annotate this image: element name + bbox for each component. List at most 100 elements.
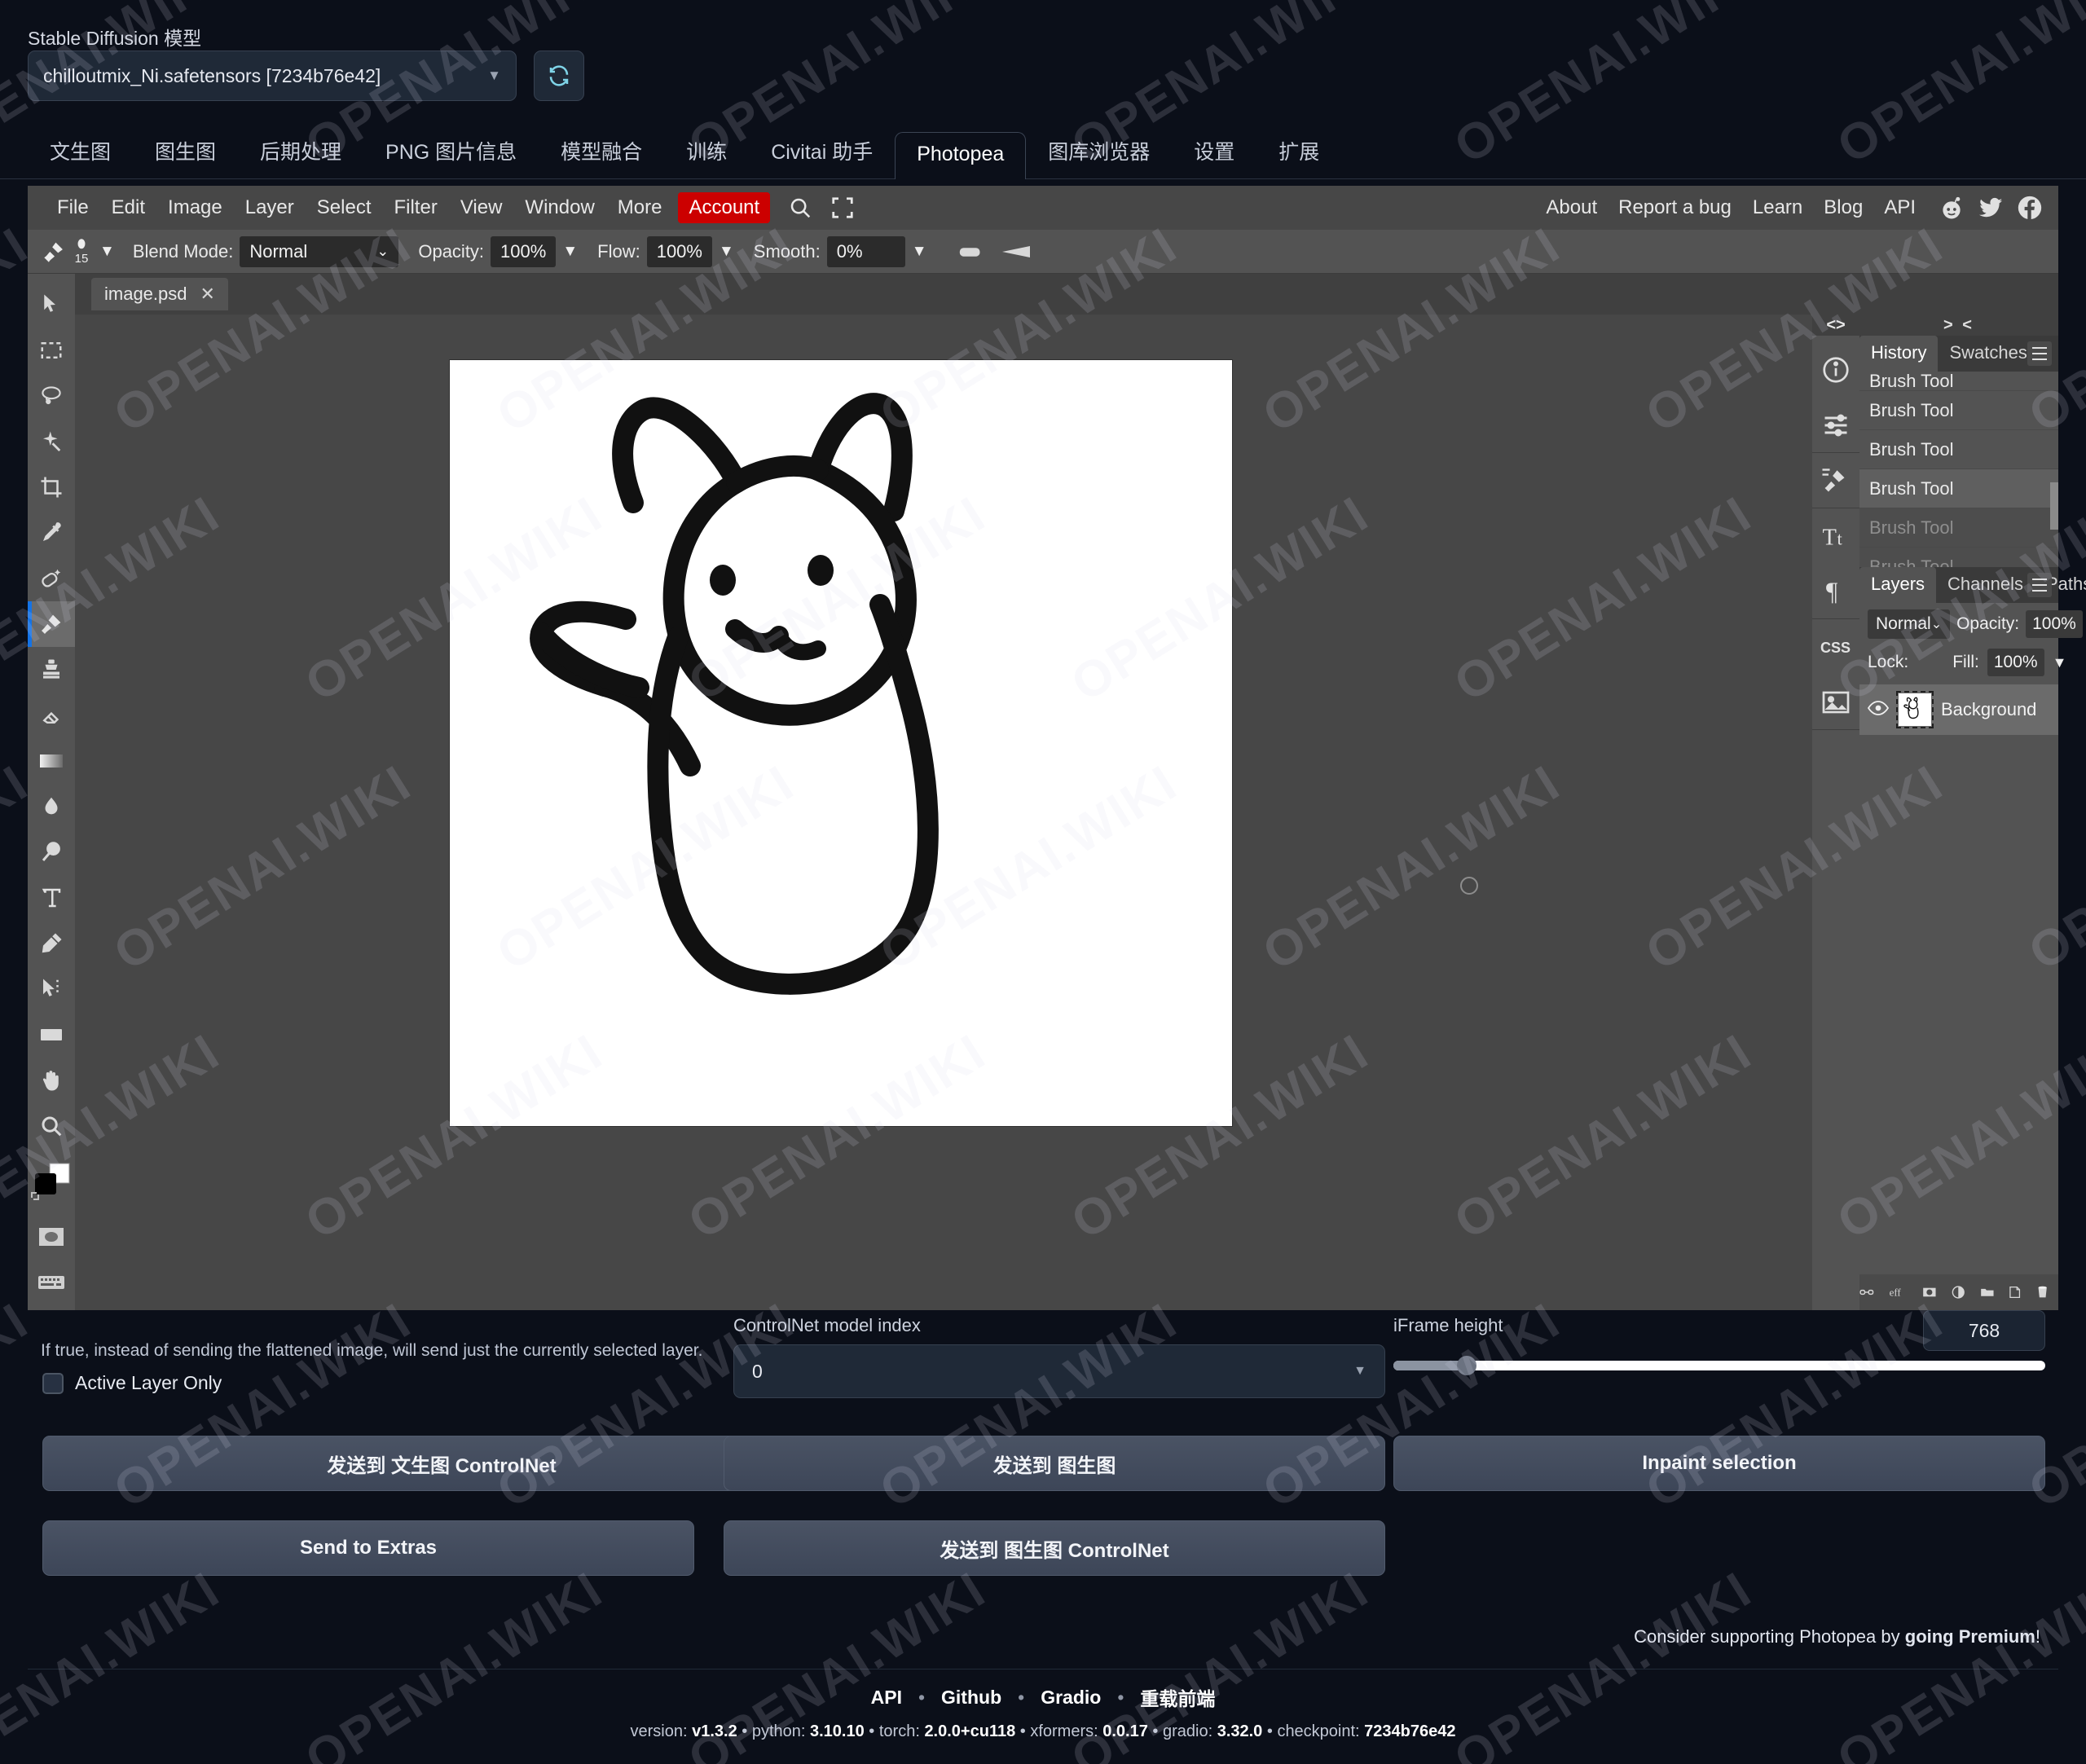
layer-mask-icon[interactable] — [1922, 1282, 1937, 1302]
main-tab-10[interactable]: 扩展 — [1256, 125, 1341, 178]
brush-settings-icon[interactable] — [1812, 453, 1859, 508]
send-to-extras-button[interactable]: Send to Extras — [42, 1520, 694, 1576]
menu-edit[interactable]: Edit — [100, 191, 156, 224]
facebook-icon[interactable] — [2016, 194, 2044, 222]
menu-image[interactable]: Image — [156, 191, 234, 224]
main-tab-5[interactable]: 训练 — [664, 125, 749, 178]
smooth-input[interactable]: 0% — [826, 235, 905, 267]
fullscreen-icon[interactable] — [830, 196, 855, 220]
rail-collapse-button[interactable]: <> — [1812, 315, 1859, 336]
brush-size-icon[interactable] — [73, 237, 90, 252]
send-to-img2img-button[interactable]: 发送到 图生图 — [724, 1436, 1385, 1491]
blur-tool-icon[interactable] — [28, 784, 75, 829]
patch-tool-icon[interactable] — [28, 556, 75, 601]
main-tab-1[interactable]: 图生图 — [133, 125, 238, 178]
history-list[interactable]: Brush Tool Brush Tool Brush Tool Brush Tool… — [1859, 372, 2058, 567]
document-tab[interactable]: image.psd ✕ — [91, 278, 228, 310]
history-item[interactable]: Brush Tool — [1859, 508, 2058, 548]
layer-opacity-input[interactable]: 100% — [2026, 610, 2083, 638]
crop-tool-icon[interactable] — [28, 464, 75, 510]
magic-wand-tool-icon[interactable] — [28, 419, 75, 464]
new-group-icon[interactable] — [1980, 1282, 1995, 1302]
history-item[interactable]: Brush Tool — [1859, 372, 2058, 391]
search-icon[interactable] — [788, 196, 812, 220]
history-menu-icon[interactable] — [2027, 341, 2052, 366]
foreground-background-color-swatches[interactable] — [28, 1149, 75, 1214]
menu-window[interactable]: Window — [513, 191, 605, 224]
fill-input[interactable]: 100% — [1987, 649, 2044, 676]
reddit-icon[interactable] — [1938, 194, 1965, 222]
tab-history[interactable]: History — [1859, 336, 1939, 372]
move-tool-icon[interactable] — [28, 282, 75, 328]
pressure-size-icon[interactable] — [999, 242, 1035, 262]
main-tab-7[interactable]: Photopea — [895, 132, 1027, 179]
refresh-models-button[interactable] — [534, 51, 584, 101]
lasso-tool-icon[interactable] — [28, 373, 75, 419]
history-item[interactable]: Brush Tool — [1859, 430, 2058, 469]
menu-api[interactable]: API — [1873, 191, 1926, 224]
menu-blog[interactable]: Blog — [1813, 191, 1873, 224]
opacity-triangle-icon[interactable]: ▼ — [562, 243, 578, 261]
layer-blend-mode-select[interactable]: Normal ⌄ — [1868, 609, 1951, 639]
menu-select[interactable]: Select — [306, 191, 383, 224]
blend-mode-select[interactable]: Normal ⌄ — [240, 235, 399, 267]
opacity-input[interactable]: 100% — [491, 235, 557, 267]
rectangular-marquee-tool-icon[interactable] — [28, 328, 75, 373]
history-item[interactable]: Brush Tool — [1859, 469, 2058, 508]
footer-link-3[interactable]: 重载前端 — [1124, 1683, 1231, 1711]
menu-file[interactable]: File — [46, 191, 100, 224]
smooth-triangle-icon[interactable]: ▼ — [912, 243, 927, 261]
menu-about[interactable]: About — [1535, 191, 1608, 224]
footer-link-0[interactable]: API — [855, 1687, 918, 1709]
new-layer-icon[interactable] — [2009, 1282, 2021, 1303]
send-to-txt2img-controlnet-button[interactable]: 发送到 文生图 ControlNet — [42, 1436, 841, 1491]
layer-visibility-icon[interactable] — [1867, 700, 1890, 720]
keyboard-shortcuts-icon[interactable] — [28, 1260, 75, 1305]
layer-row[interactable]: Background — [1859, 684, 2058, 735]
fill-triangle-icon[interactable]: ▼ — [2053, 654, 2067, 671]
main-tab-6[interactable]: Civitai 助手 — [749, 125, 895, 178]
type-tool-icon[interactable] — [28, 875, 75, 921]
image-icon[interactable] — [1812, 675, 1859, 730]
menu-view[interactable]: View — [449, 191, 514, 224]
twitter-icon[interactable] — [1977, 194, 2005, 222]
active-layer-only-checkbox[interactable] — [42, 1372, 64, 1394]
eyedropper-tool-icon[interactable] — [28, 510, 75, 556]
pen-tool-icon[interactable] — [28, 921, 75, 966]
main-tab-4[interactable]: 模型融合 — [539, 125, 664, 178]
path-select-tool-icon[interactable] — [28, 966, 75, 1012]
pressure-opacity-icon[interactable] — [957, 244, 988, 260]
inpaint-selection-button[interactable]: Inpaint selection — [1393, 1436, 2045, 1491]
menu-more[interactable]: More — [606, 191, 674, 224]
controlnet-index-dropdown[interactable]: 0 ▼ — [733, 1344, 1385, 1398]
footer-link-2[interactable]: Gradio — [1024, 1687, 1117, 1709]
send-to-img2img-controlnet-button[interactable]: 发送到 图生图 ControlNet — [724, 1520, 1385, 1576]
link-layers-icon[interactable] — [1859, 1284, 1874, 1300]
main-tab-2[interactable]: 后期处理 — [238, 125, 363, 178]
tab-swatches[interactable]: Swatches — [1938, 336, 2038, 372]
quick-mask-icon[interactable] — [28, 1214, 75, 1260]
zoom-tool-icon[interactable] — [28, 1103, 75, 1149]
layers-menu-icon[interactable] — [2027, 573, 2052, 597]
delete-layer-icon[interactable] — [2036, 1281, 2049, 1304]
dodge-tool-icon[interactable] — [28, 829, 75, 875]
eraser-tool-icon[interactable] — [28, 693, 75, 738]
paragraph-icon[interactable]: ¶ — [1812, 564, 1859, 619]
tab-channels[interactable]: Channels — [1936, 567, 2035, 603]
active-layer-only-checkbox-row[interactable]: Active Layer Only — [42, 1372, 222, 1394]
flow-triangle-icon[interactable]: ▼ — [719, 243, 734, 261]
account-menu-button[interactable]: Account — [678, 192, 771, 223]
gradient-tool-icon[interactable] — [28, 738, 75, 784]
close-icon[interactable]: ✕ — [200, 284, 215, 305]
panels-collapse-button[interactable]: > < — [1859, 315, 2058, 336]
iframe-height-slider[interactable] — [1393, 1356, 2045, 1375]
layer-effects-icon[interactable]: eff — [1889, 1282, 1908, 1303]
photopea-canvas-area[interactable] — [75, 315, 1812, 1310]
main-tab-8[interactable]: 图库浏览器 — [1026, 125, 1172, 178]
slider-knob[interactable] — [1457, 1356, 1476, 1375]
menu-report-a-bug[interactable]: Report a bug — [1608, 191, 1742, 224]
tab-layers[interactable]: Layers — [1859, 567, 1937, 603]
canvas-artwork[interactable] — [450, 360, 1232, 1126]
sd-model-dropdown[interactable]: chilloutmix_Ni.safetensors [7234b76e42] … — [28, 51, 517, 101]
history-item[interactable]: Brush Tool — [1859, 391, 2058, 430]
